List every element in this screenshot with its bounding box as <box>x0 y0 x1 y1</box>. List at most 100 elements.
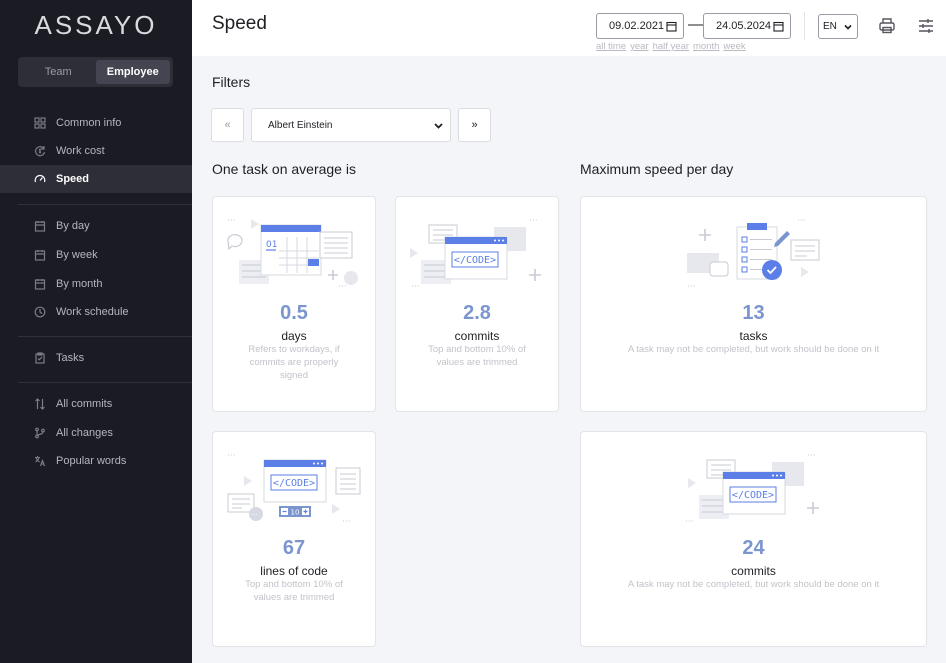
max-tasks-unit: tasks <box>739 329 768 343</box>
sidebar-item-tasks[interactable]: Tasks <box>0 344 192 372</box>
date-range-dash: — <box>688 16 703 33</box>
branch-icon <box>34 427 46 439</box>
filters-title: Filters <box>212 74 251 90</box>
svg-text:···: ··· <box>338 282 347 289</box>
range-week[interactable]: week <box>723 41 745 52</box>
avg-commits-unit: commits <box>454 329 500 343</box>
range-half-year[interactable]: half year <box>653 41 689 52</box>
svg-text:···: ··· <box>227 216 236 226</box>
sidebar-divider <box>18 336 192 337</box>
sidebar-item-label: Speed <box>56 173 90 185</box>
nav-group-general: Common info Work cost Speed <box>0 109 192 193</box>
svg-text:···: ··· <box>342 517 351 524</box>
sidebar-item-label: All changes <box>56 427 113 439</box>
next-employee-button[interactable]: » <box>458 108 491 142</box>
sidebar: ASSAYO Team Employee Common info Work co… <box>0 0 192 663</box>
max-tasks-note: A task may not be completed, but work sh… <box>627 344 880 355</box>
settings-sliders-icon[interactable] <box>917 17 935 35</box>
avg-days-note: Refers to workdays, if commits are prope… <box>248 344 340 381</box>
sidebar-divider <box>18 204 192 205</box>
avg-lines-value: 67 <box>282 537 306 559</box>
date-to-input[interactable]: 24.05.2024 <box>703 13 791 39</box>
section-max-title: Maximum speed per day <box>580 161 734 177</box>
translate-icon <box>34 455 46 467</box>
nav-group-tasks: Tasks <box>0 344 192 372</box>
sidebar-item-label: Tasks <box>56 352 85 364</box>
sidebar-item-label: Common info <box>56 117 122 129</box>
svg-text:···: ··· <box>685 517 694 524</box>
sidebar-item-by-week[interactable]: By week <box>0 241 192 269</box>
header-separator <box>804 12 805 40</box>
svg-text:···: ··· <box>227 451 236 461</box>
svg-text:···: ··· <box>529 216 538 226</box>
avg-days-value: 0.5 <box>280 302 308 324</box>
employee-select-value: Albert Einstein <box>268 119 333 131</box>
svg-text:···: ··· <box>807 451 816 461</box>
calendar-icon <box>773 21 784 32</box>
calendar-day-text: 01 <box>266 240 277 250</box>
chevron-down-icon <box>434 123 443 129</box>
sidebar-item-work-cost[interactable]: Work cost <box>0 137 192 165</box>
card-avg-days: ··· 01 ··· 0.5 days Refers to workdays, … <box>212 196 376 412</box>
date-from-value: 09.02.2021 <box>609 20 665 32</box>
prev-employee-button[interactable]: « <box>211 108 244 142</box>
calendar-month-icon <box>34 278 46 290</box>
page-title: Speed <box>212 13 267 34</box>
grid-icon <box>34 117 46 129</box>
svg-text:···: ··· <box>411 282 420 289</box>
logo: ASSAYO <box>34 10 158 40</box>
chevron-down-icon <box>844 24 852 30</box>
avg-commits-value: 2.8 <box>463 302 491 324</box>
code-tag-text: </CODE> <box>731 490 773 501</box>
range-year[interactable]: year <box>630 41 648 52</box>
code-tag-text: </CODE> <box>454 255 496 266</box>
range-all-time[interactable]: all time <box>596 41 626 52</box>
avg-lines-note: Top and bottom 10% of values are trimmed <box>245 579 343 603</box>
svg-text:···: ··· <box>797 216 806 226</box>
nav-group-code: All commits All changes Popular words <box>0 390 192 475</box>
sidebar-item-all-commits[interactable]: All commits <box>0 390 192 418</box>
toggle-team[interactable]: Team <box>21 60 96 84</box>
language-select[interactable]: EN <box>818 14 858 39</box>
sidebar-item-label: By month <box>56 278 103 290</box>
date-from-input[interactable]: 09.02.2021 <box>596 13 684 39</box>
card-max-tasks: ··· ··· 13 tasks A task may not be compl… <box>580 196 927 412</box>
print-icon[interactable] <box>878 17 896 35</box>
max-tasks-value: 13 <box>742 302 765 324</box>
sidebar-item-by-month[interactable]: By month <box>0 270 192 298</box>
line-counter-text: 10 <box>291 509 300 517</box>
range-month[interactable]: month <box>693 41 719 52</box>
sidebar-item-label: By day <box>56 220 90 232</box>
code-window-illustration: ··· </CODE> ··· <box>581 442 926 532</box>
sidebar-item-all-changes[interactable]: All changes <box>0 419 192 447</box>
sidebar-item-by-day[interactable]: By day <box>0 212 192 240</box>
max-commits-unit: commits <box>731 564 776 578</box>
toggle-employee[interactable]: Employee <box>95 60 170 84</box>
card-avg-commits: ··· </CODE> ··· 2.8 commits Top and bott… <box>395 196 559 412</box>
max-commits-note: A task may not be completed, but work sh… <box>627 579 880 590</box>
code-lines-illustration: ··· ··· </CODE> 10 ··· <box>213 442 375 532</box>
avg-days-unit: days <box>281 329 307 343</box>
sidebar-item-label: Popular words <box>56 455 127 467</box>
clipboard-icon <box>34 352 46 364</box>
clock-icon <box>34 306 46 318</box>
sidebar-item-label: Work schedule <box>56 306 129 318</box>
language-value: EN <box>823 21 837 32</box>
calendar-illustration: ··· 01 ··· <box>213 207 375 297</box>
avg-lines-unit: lines of code <box>260 564 328 578</box>
section-average-title: One task on average is <box>212 161 356 177</box>
employee-select[interactable]: Albert Einstein <box>251 108 451 142</box>
avg-commits-note: Top and bottom 10% of values are trimmed <box>428 344 526 368</box>
task-checklist-illustration: ··· ··· <box>581 207 926 297</box>
nav-group-time: By day By week By month Work schedule <box>0 212 192 326</box>
sidebar-item-speed[interactable]: Speed <box>0 165 192 193</box>
sidebar-item-popular-words[interactable]: Popular words <box>0 447 192 475</box>
sidebar-item-work-schedule[interactable]: Work schedule <box>0 298 192 326</box>
speedometer-icon <box>34 173 46 185</box>
sidebar-item-common-info[interactable]: Common info <box>0 109 192 137</box>
svg-text:···: ··· <box>251 511 258 519</box>
calendar-icon <box>666 21 677 32</box>
date-to-value: 24.05.2024 <box>716 20 772 32</box>
sort-commits-icon <box>34 398 46 410</box>
header: Speed 09.02.2021 — 24.05.2024 all time y… <box>192 0 946 56</box>
